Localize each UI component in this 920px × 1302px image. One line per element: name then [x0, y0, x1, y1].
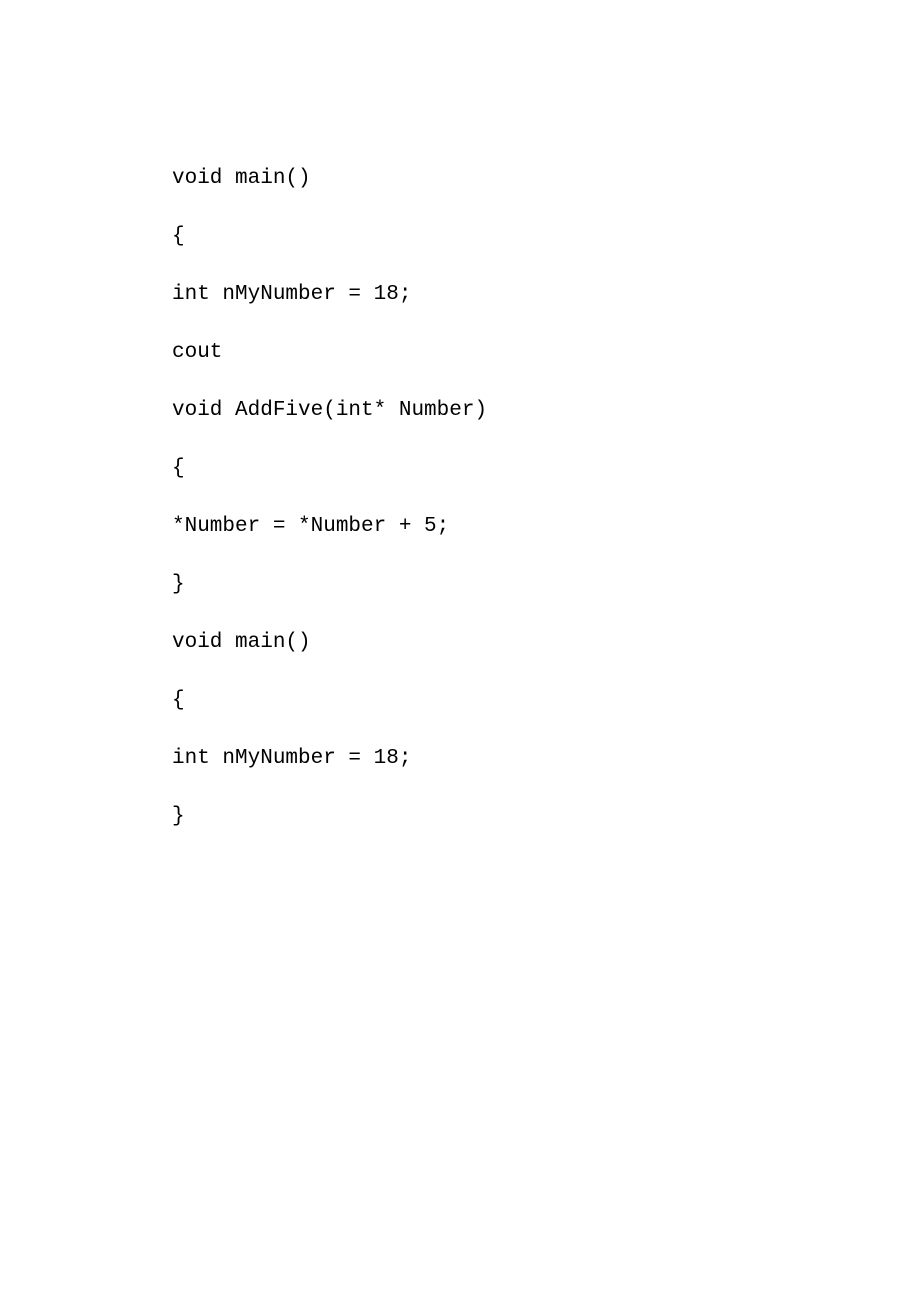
code-line: int nMyNumber = 18; — [172, 748, 770, 769]
code-line: void AddFive(int* Number) — [172, 400, 770, 421]
code-line: cout — [172, 342, 770, 363]
code-line: { — [172, 690, 770, 711]
code-line: *Number = *Number + 5; — [172, 516, 770, 537]
document-page: void main() { int nMyNumber = 18; cout v… — [0, 0, 920, 827]
code-line: void main() — [172, 632, 770, 653]
code-line: void main() — [172, 168, 770, 189]
code-line: int nMyNumber = 18; — [172, 284, 770, 305]
code-line: } — [172, 806, 770, 827]
code-line: { — [172, 458, 770, 479]
code-line: { — [172, 226, 770, 247]
code-line: } — [172, 574, 770, 595]
